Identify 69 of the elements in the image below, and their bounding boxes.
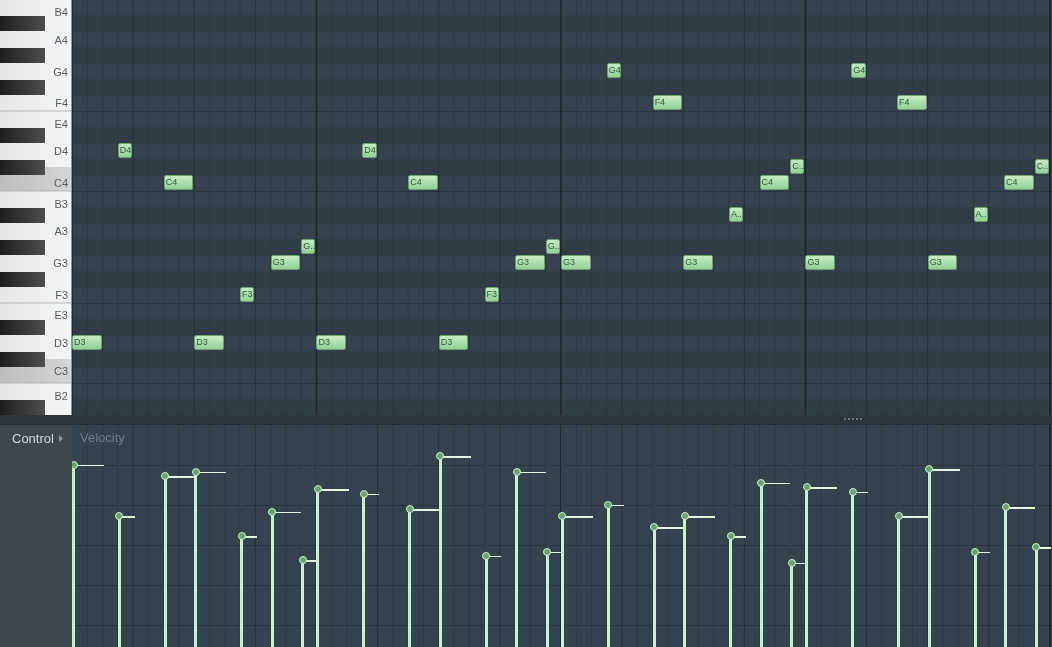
key-label: B2 (54, 389, 68, 403)
velocity-handle[interactable] (436, 452, 445, 461)
velocity-handle[interactable] (359, 489, 368, 498)
velocity-handle[interactable] (313, 485, 322, 494)
velocity-handle[interactable] (894, 512, 903, 521)
key-label: E4 (54, 117, 68, 131)
key-label: B3 (54, 197, 68, 211)
key-label: C3 (53, 364, 68, 378)
velocity-handle[interactable] (298, 556, 307, 565)
velocity-handle[interactable] (558, 512, 567, 521)
velocity-handle[interactable] (161, 472, 170, 481)
key-label: A3 (54, 224, 68, 238)
velocity-handle[interactable] (680, 512, 689, 521)
velocity-handle[interactable] (604, 500, 613, 509)
velocity-handle[interactable] (482, 552, 491, 560)
control-label[interactable]: Control (12, 429, 54, 449)
velocity-handle[interactable] (237, 532, 246, 540)
velocity-handle[interactable] (512, 467, 521, 476)
note-block[interactable]: F4 (897, 95, 927, 110)
note-block[interactable]: C4 (1004, 175, 1034, 190)
key-label: G3 (53, 256, 68, 270)
note-block[interactable]: F4 (652, 95, 683, 110)
note-block[interactable]: G3 (805, 255, 835, 270)
velocity-handle[interactable] (971, 547, 979, 556)
velocity-handle[interactable] (1032, 543, 1041, 552)
note-block[interactable]: C4 (163, 175, 194, 190)
key-label: F4 (55, 96, 68, 110)
velocity-label: Velocity (80, 429, 125, 447)
velocity-handle[interactable] (543, 547, 552, 556)
note-block[interactable]: G3 (560, 255, 591, 270)
velocity-handle[interactable] (726, 532, 735, 540)
note-block[interactable]: G3 (927, 255, 958, 270)
velocity-handle[interactable] (268, 507, 277, 516)
velocity-handle[interactable] (115, 512, 124, 521)
note-block[interactable]: D3 (316, 335, 346, 350)
note-block[interactable]: D3 (438, 335, 469, 350)
note-block[interactable]: G3 (515, 255, 545, 270)
velocity-handle[interactable] (802, 483, 811, 492)
velocity-handle[interactable] (191, 467, 200, 476)
note-block[interactable]: G3 (270, 255, 301, 270)
note-block[interactable]: D4 (362, 143, 377, 158)
velocity-handle[interactable] (405, 505, 414, 514)
key-label: D4 (53, 144, 68, 158)
note-block[interactable]: C4 (408, 175, 438, 190)
note-block[interactable]: G.. (301, 239, 316, 254)
velocity-handle[interactable] (787, 558, 796, 567)
velocity-handle[interactable] (650, 523, 659, 532)
velocity-handle[interactable] (1001, 503, 1010, 512)
key-label: E3 (54, 308, 68, 322)
key-label: G4 (53, 65, 68, 79)
key-label: C4 (53, 176, 68, 190)
velocity-handle[interactable] (72, 460, 78, 469)
caret-icon[interactable] (58, 435, 63, 442)
velocity-handle[interactable] (848, 487, 857, 496)
note-block[interactable]: D3 (194, 335, 224, 350)
note-block[interactable]: F3 (240, 287, 255, 302)
velocity-handle[interactable] (757, 478, 766, 487)
note-block[interactable]: A.. (729, 207, 744, 222)
key-label: F3 (55, 288, 68, 302)
note-block[interactable]: G3 (683, 255, 713, 270)
note-block[interactable]: C.. (790, 159, 805, 174)
note-block[interactable]: G4 (851, 63, 866, 78)
key-label: A4 (54, 33, 68, 47)
resize-grip-icon[interactable] (844, 418, 862, 421)
velocity-handle[interactable] (925, 465, 934, 474)
note-block[interactable]: C4 (759, 175, 790, 190)
note-block[interactable]: D3 (72, 335, 102, 350)
key-label: B4 (54, 5, 68, 19)
key-label: D3 (53, 336, 68, 350)
